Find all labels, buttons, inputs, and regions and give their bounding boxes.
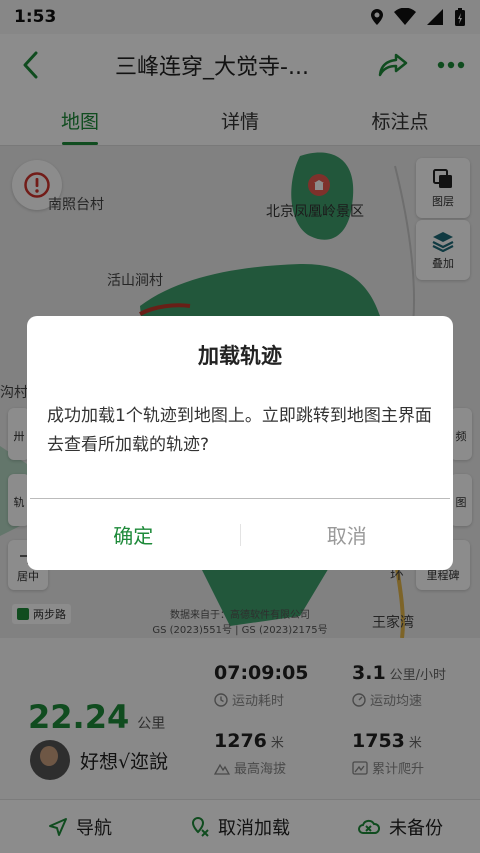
load-track-dialog: 加载轨迹 成功加载1个轨迹到地图上。立即跳转到地图主界面去查看所加载的轨迹? 确…	[27, 316, 453, 570]
confirm-button[interactable]: 确定	[27, 520, 240, 549]
dialog-message: 成功加载1个轨迹到地图上。立即跳转到地图主界面去查看所加载的轨迹?	[47, 406, 432, 455]
dialog-title: 加载轨迹	[198, 344, 282, 368]
dialog-buttons: 确定 取消	[27, 499, 453, 570]
cancel-button[interactable]: 取消	[241, 520, 454, 549]
